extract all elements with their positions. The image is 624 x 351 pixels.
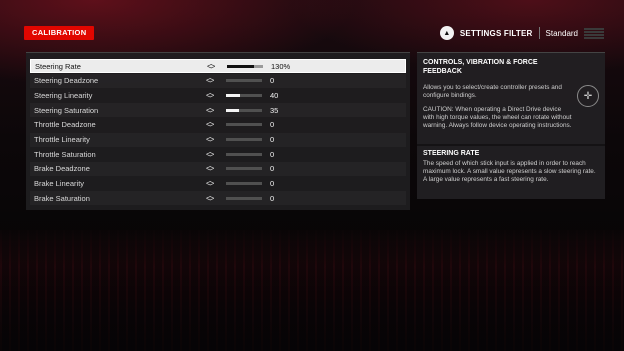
setting-row[interactable]: Steering Saturation <> 35 [30, 103, 406, 117]
adjust-arrows-icon[interactable]: <> [206, 135, 226, 144]
setting-row[interactable]: Brake Saturation <> 0 [30, 191, 406, 205]
value-slider[interactable] [227, 64, 263, 68]
value-slider[interactable] [226, 93, 262, 97]
setting-value: 0 [270, 149, 275, 159]
setting-row[interactable]: Steering Linearity <> 40 [30, 88, 406, 102]
value-slider[interactable] [226, 196, 262, 200]
settings-list: Steering Rate <> 130% Steering Deadzone <> 0 S… [26, 52, 410, 210]
setting-value: 0 [270, 76, 275, 86]
info-text: Allows you to select/create controller p… [423, 84, 562, 99]
setting-value: 0 [270, 179, 275, 189]
value-slider-fill [226, 108, 239, 112]
adjust-arrows-icon[interactable]: <> [206, 179, 226, 188]
setting-value: 0 [270, 193, 275, 203]
setting-help-text: The speed of which stick input is applie… [423, 160, 596, 183]
adjust-arrows-icon[interactable]: <> [207, 62, 227, 71]
setting-help-title: STEERING RATE [423, 150, 480, 157]
adjust-arrows-icon[interactable]: <> [206, 76, 226, 85]
setting-value: 130% [271, 61, 291, 71]
setting-value: 35 [270, 105, 279, 115]
setting-value: 0 [270, 120, 275, 130]
setting-name: Brake Linearity [34, 179, 85, 189]
setting-name: Steering Linearity [34, 90, 93, 100]
info-caution: CAUTION: When operating a Direct Drive d… [423, 106, 572, 129]
value-slider[interactable] [226, 138, 262, 141]
divider [417, 144, 605, 146]
value-slider[interactable] [226, 79, 262, 83]
settings-filter-value[interactable]: Standard [546, 29, 578, 38]
value-slider[interactable] [226, 108, 262, 112]
triangle-button-icon[interactable]: ▲ [439, 26, 454, 40]
setting-value: 0 [270, 135, 275, 144]
value-slider[interactable] [226, 123, 262, 127]
value-slider-fill [227, 64, 254, 68]
info-panel: CONTROLS, VIBRATION & FORCE FEEDBACK All… [417, 52, 605, 199]
adjust-arrows-icon[interactable]: <> [206, 194, 226, 203]
setting-name: Throttle Deadzone [34, 120, 96, 130]
setting-name: Brake Deadzone [34, 164, 90, 174]
setting-row[interactable]: Steering Deadzone <> 0 [30, 74, 406, 88]
setting-name: Steering Saturation [34, 105, 99, 115]
setting-name: Steering Deadzone [34, 76, 99, 86]
background-fade [0, 230, 624, 351]
filter-level-icon [584, 27, 604, 39]
info-description: Allows you to select/create controller p… [423, 84, 573, 136]
value-slider-fill [226, 93, 241, 97]
setting-name: Throttle Saturation [34, 149, 96, 159]
setting-row[interactable]: Steering Rate <> 130% [30, 59, 406, 73]
adjust-arrows-icon[interactable]: <> [206, 164, 226, 173]
setting-row[interactable]: Brake Deadzone <> 0 [30, 162, 406, 176]
info-title: CONTROLS, VIBRATION & FORCE FEEDBACK [423, 59, 538, 75]
setting-name: Steering Rate [35, 61, 81, 71]
dpad-icon: ✛ [577, 85, 599, 107]
value-slider[interactable] [226, 182, 262, 186]
setting-row[interactable]: Brake Linearity <> 0 [30, 177, 406, 191]
settings-filter[interactable]: ▲ SETTINGS FILTER Standard [439, 25, 604, 41]
setting-row[interactable]: Throttle Deadzone <> 0 [30, 118, 406, 132]
setting-row[interactable]: Throttle Saturation <> 0 [30, 147, 406, 161]
value-slider[interactable] [226, 167, 262, 171]
adjust-arrows-icon[interactable]: <> [206, 120, 226, 129]
setting-value: 40 [270, 90, 279, 100]
setting-name: Brake Saturation [34, 193, 90, 203]
settings-filter-label: SETTINGS FILTER [459, 28, 533, 38]
adjust-arrows-icon[interactable]: <> [206, 91, 226, 100]
setting-name: Throttle Linearity [34, 135, 90, 144]
adjust-arrows-icon[interactable]: <> [206, 150, 226, 159]
value-slider[interactable] [226, 152, 262, 156]
setting-row[interactable]: Throttle Linearity <> 0 [30, 133, 406, 147]
page-title: CALIBRATION [24, 26, 95, 40]
adjust-arrows-icon[interactable]: <> [206, 106, 226, 115]
setting-value: 0 [270, 164, 275, 174]
divider [538, 27, 540, 39]
